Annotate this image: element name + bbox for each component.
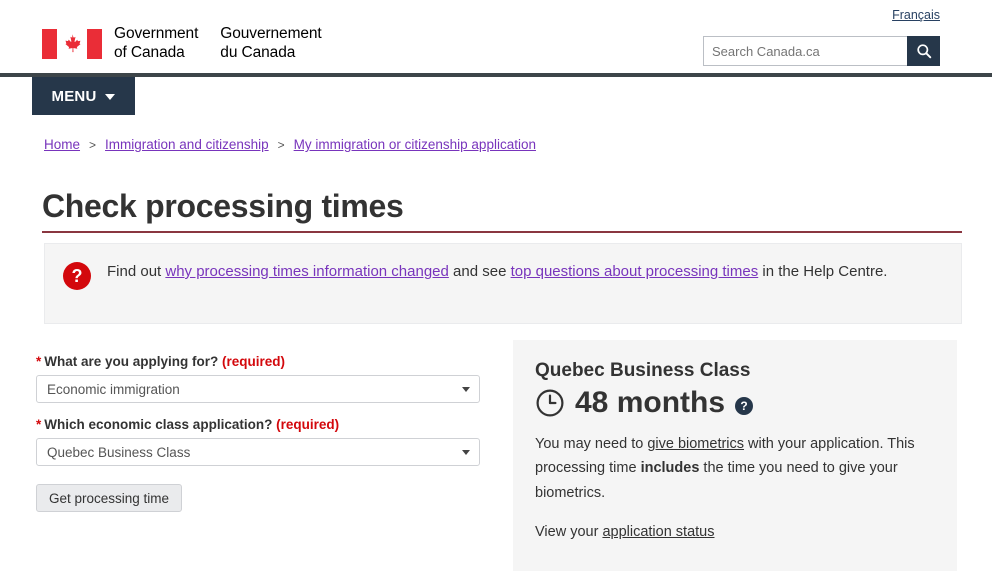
required-note: (required) (276, 417, 340, 432)
economic-class-label-text: Which economic class application? (44, 417, 273, 432)
question-mark-icon: ? (63, 262, 91, 290)
why-processing-times-changed-link[interactable]: why processing times information changed (165, 263, 448, 280)
alert-text-after: in the Help Centre. (758, 263, 888, 280)
economic-class-select[interactable]: Quebec Business Class (36, 438, 480, 466)
economic-class-selected-value: Quebec Business Class (47, 444, 191, 460)
search-input[interactable] (703, 36, 907, 66)
application-status-note: View your application status (535, 521, 935, 544)
processing-time-result-panel: Quebec Business Class 48 months ? You ma… (513, 340, 957, 571)
biometrics-note: You may need to give biometrics with you… (535, 432, 935, 505)
biometrics-text-part1: You may need to (535, 436, 648, 452)
site-header: Français Government of Canada Gouverneme… (0, 0, 992, 73)
applying-for-label-text: What are you applying for? (44, 354, 219, 369)
search-button[interactable] (907, 36, 940, 66)
get-processing-time-button[interactable]: Get processing time (36, 484, 183, 512)
brand-french: Gouvernement du Canada (220, 25, 322, 61)
question-mark-icon[interactable]: ? (735, 397, 754, 415)
breadcrumb-item-immigration-and-citizenship[interactable]: Immigration and citizenship (105, 137, 269, 152)
applying-for-label: * What are you applying for? (required) (36, 354, 496, 369)
menu-button[interactable]: MENU (32, 77, 135, 115)
breadcrumb-item-home[interactable]: Home (44, 137, 80, 152)
language-toggle-link[interactable]: Français (892, 8, 940, 22)
main-menu-bar: MENU (0, 77, 992, 117)
chevron-down-icon (462, 387, 470, 392)
page-title: Check processing times (42, 188, 404, 224)
processing-time-form: * What are you applying for? (required) E… (36, 354, 496, 512)
brand-wordmark: Government of Canada Gouvernement du Can… (114, 25, 322, 63)
search-icon (916, 44, 931, 59)
processing-time-value: 48 months (575, 386, 726, 419)
chevron-down-icon (462, 450, 470, 455)
application-status-link[interactable]: application status (602, 524, 714, 540)
alert-message: Find out why processing times informatio… (107, 260, 887, 290)
clock-icon (536, 389, 564, 417)
top-questions-link[interactable]: top questions about processing times (511, 263, 759, 280)
footer-text: View your (535, 524, 603, 541)
alert-text-middle: and see (448, 263, 511, 280)
applying-for-select[interactable]: Economic immigration (36, 375, 480, 403)
economic-class-label: * Which economic class application? (requ… (36, 417, 496, 432)
breadcrumb: Home > Immigration and citizenship > My … (44, 137, 536, 152)
government-of-canada-brand[interactable]: Government of Canada Gouvernement du Can… (42, 25, 322, 63)
chevron-down-icon (105, 94, 116, 100)
required-note: (required) (222, 354, 286, 369)
result-time-row: 48 months ? (535, 388, 935, 418)
alert-text-before: Find out (107, 263, 166, 280)
required-star: * (36, 354, 42, 369)
brand-english: Government of Canada (114, 25, 199, 61)
biometrics-text-bold: includes (640, 460, 700, 477)
info-alert-box: ? Find out why processing times informat… (44, 243, 962, 324)
canada-flag-icon (42, 28, 102, 59)
result-application-type: Quebec Business Class (535, 360, 751, 381)
site-search (703, 36, 940, 66)
required-star: * (36, 417, 42, 432)
title-underline (42, 231, 962, 233)
breadcrumb-separator: > (89, 137, 97, 152)
menu-button-label: MENU (51, 87, 97, 105)
breadcrumb-separator: > (277, 137, 285, 152)
applying-for-selected-value: Economic immigration (47, 381, 180, 397)
give-biometrics-link[interactable]: give biometrics (647, 436, 744, 452)
breadcrumb-item-my-application[interactable]: My immigration or citizenship applicatio… (294, 137, 536, 152)
